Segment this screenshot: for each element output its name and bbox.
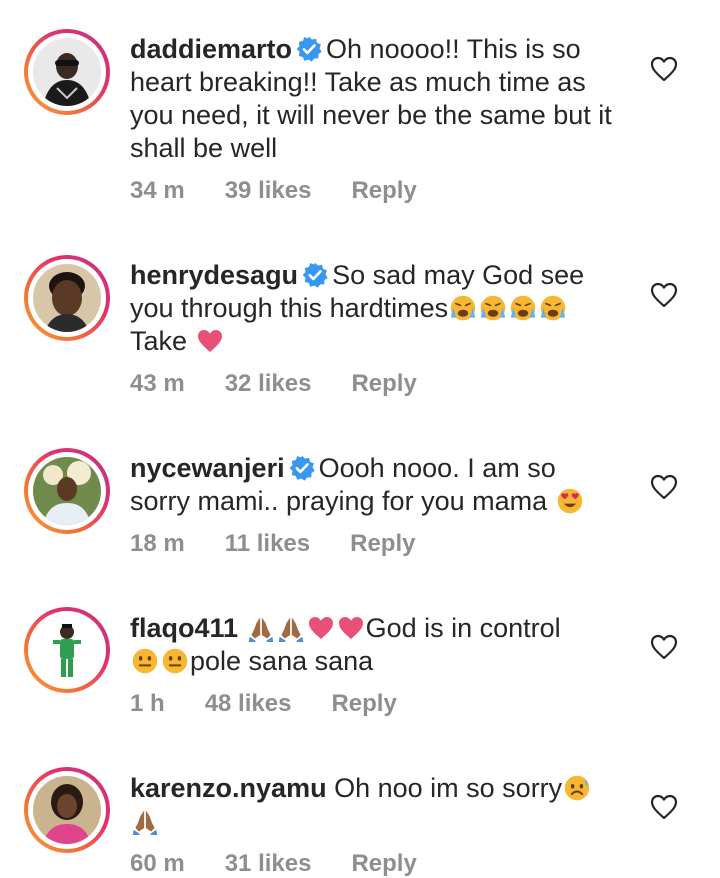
comment-text: henrydesagu So sad may God see you throug…: [130, 259, 620, 358]
comment-likes-count[interactable]: 31 likes: [225, 850, 312, 878]
heart-outline-icon[interactable]: [650, 282, 678, 308]
comment-meta: 34 m 39 likes Reply: [130, 177, 417, 205]
comment-username[interactable]: henrydesagu: [130, 260, 298, 290]
comment-body: Oh noo im so sorry: [334, 773, 563, 803]
comment-text: karenzo.nyamu Oh noo im so sorry: [130, 772, 620, 838]
avatar-image: [33, 457, 101, 525]
comment-timestamp: 18 m: [130, 530, 185, 557]
comment-meta: 43 m 32 likes Reply: [130, 370, 417, 398]
sad-sweat-face-icon: [563, 774, 591, 802]
comment-meta: 18 m 11 likes Reply: [130, 530, 415, 558]
heart-outline-icon[interactable]: [650, 634, 678, 660]
pink-heart-icon: [196, 327, 224, 355]
praying-hands-icon: [131, 807, 159, 835]
comment-likes-count[interactable]: 32 likes: [225, 370, 312, 398]
comment-body-continued: pole sana sana: [190, 646, 374, 676]
comment-username[interactable]: nycewanjeri: [130, 453, 285, 483]
comment-timestamp: 1 h: [130, 690, 165, 717]
heart-outline-icon[interactable]: [650, 794, 678, 820]
reply-button[interactable]: Reply: [351, 370, 416, 398]
comment-meta: 60 m 31 likes Reply: [130, 850, 417, 878]
crying-face-icon: [539, 294, 567, 322]
pink-heart-icon: [307, 614, 335, 642]
verified-badge-icon: [289, 455, 315, 481]
heart-eyes-face-icon: [556, 487, 584, 515]
comment-body: God is in control: [365, 613, 561, 643]
comment-timestamp: 60 m: [130, 850, 185, 877]
comment-timestamp: 34 m: [130, 177, 185, 204]
comment-body-continued: Take: [130, 326, 188, 356]
reply-button[interactable]: Reply: [351, 177, 416, 205]
avatar[interactable]: [24, 255, 110, 341]
verified-badge-icon: [302, 262, 328, 288]
verified-badge-icon: [296, 36, 322, 62]
comment-meta: 1 h 48 likes Reply: [130, 690, 397, 718]
comment-likes-count[interactable]: 48 likes: [205, 690, 292, 718]
praying-hands-icon: [247, 614, 275, 642]
crying-face-icon: [479, 294, 507, 322]
comment-text: flaqo411 God is in control pole sana san…: [130, 612, 620, 678]
reply-button[interactable]: Reply: [350, 530, 415, 558]
avatar[interactable]: [24, 448, 110, 534]
comment-likes-count[interactable]: 11 likes: [225, 530, 310, 558]
comment-likes-count[interactable]: 39 likes: [225, 177, 312, 205]
avatar[interactable]: [24, 607, 110, 693]
reply-button[interactable]: Reply: [351, 850, 416, 878]
heart-outline-icon[interactable]: [650, 56, 678, 82]
neutral-face-icon: [131, 647, 159, 675]
comment-text: nycewanjeri Oooh nooo. I am so sorry mami…: [130, 452, 620, 518]
avatar-image: [33, 616, 101, 684]
avatar[interactable]: [24, 767, 110, 853]
avatar[interactable]: [24, 29, 110, 115]
comment-timestamp: 43 m: [130, 370, 185, 397]
avatar-image: [33, 264, 101, 332]
comment-username[interactable]: daddiemarto: [130, 34, 292, 64]
crying-face-icon: [509, 294, 537, 322]
comment-username[interactable]: flaqo411: [130, 613, 238, 643]
neutral-face-icon: [161, 647, 189, 675]
praying-hands-icon: [277, 614, 305, 642]
crying-face-icon: [449, 294, 477, 322]
reply-button[interactable]: Reply: [331, 690, 396, 718]
avatar-image: [33, 38, 101, 106]
pink-heart-icon: [337, 614, 365, 642]
avatar-image: [33, 776, 101, 844]
comment-text: daddiemarto Oh noooo!! This is so heart b…: [130, 33, 620, 165]
comment-username[interactable]: karenzo.nyamu: [130, 773, 327, 803]
heart-outline-icon[interactable]: [650, 474, 678, 500]
